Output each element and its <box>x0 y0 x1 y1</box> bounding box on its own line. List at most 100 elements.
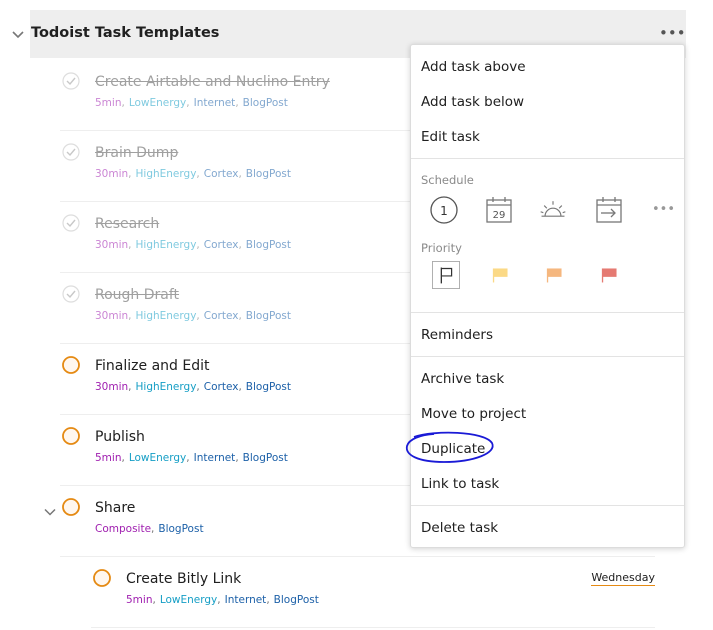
task-label[interactable]: 5min <box>126 594 152 606</box>
priority-4-flag-icon[interactable] <box>432 261 460 289</box>
task-checkbox-icon[interactable] <box>93 569 111 587</box>
task-label[interactable]: Cortex <box>204 239 239 251</box>
priority-1-flag-icon[interactable] <box>596 261 624 289</box>
task-label[interactable]: BlogPost <box>243 452 288 464</box>
task-label[interactable]: LowEnergy <box>129 97 186 109</box>
task-title[interactable]: Finalize and Edit <box>95 358 209 374</box>
schedule-tomorrow-icon[interactable]: 29 <box>484 195 514 225</box>
label-separator: , <box>196 168 200 180</box>
label-separator: , <box>151 523 155 535</box>
menu-archive-task[interactable]: Archive task <box>421 371 504 387</box>
task-label[interactable]: LowEnergy <box>160 594 217 606</box>
label-separator: , <box>238 310 242 322</box>
task-labels: 5min, LowEnergy, Internet, BlogPost <box>95 452 288 464</box>
label-separator: , <box>235 452 239 464</box>
task-checkbox-icon[interactable] <box>62 498 80 516</box>
menu-edit-task[interactable]: Edit task <box>421 129 480 145</box>
more-schedule-options-icon[interactable]: ••• <box>652 202 675 217</box>
task-labels: 5min, LowEnergy, Internet, BlogPost <box>126 594 319 606</box>
subtask-chevron-icon[interactable] <box>44 508 56 517</box>
task-label[interactable]: BlogPost <box>246 381 291 393</box>
task-labels: 30min, HighEnergy, Cortex, BlogPost <box>95 239 291 251</box>
task-title[interactable]: Share <box>95 500 135 516</box>
more-options-icon[interactable]: ••• <box>659 26 686 41</box>
label-separator: , <box>196 310 200 322</box>
task-title[interactable]: Rough Draft <box>95 287 179 303</box>
completed-checkmark-icon[interactable] <box>62 143 80 161</box>
task-label[interactable]: 30min <box>95 310 128 322</box>
task-label[interactable]: BlogPost <box>246 239 291 251</box>
task-label[interactable]: LowEnergy <box>129 452 186 464</box>
task-label[interactable]: Cortex <box>204 381 239 393</box>
label-separator: , <box>238 381 242 393</box>
menu-add-task-below[interactable]: Add task below <box>421 94 524 110</box>
label-separator: , <box>128 310 132 322</box>
menu-link-to-task[interactable]: Link to task <box>421 476 499 492</box>
menu-divider <box>411 356 684 357</box>
menu-add-task-above[interactable]: Add task above <box>421 59 526 75</box>
annotation-circle <box>406 431 494 463</box>
label-separator: , <box>152 594 156 606</box>
svg-text:29: 29 <box>493 210 506 221</box>
task-label[interactable]: BlogPost <box>246 168 291 180</box>
task-label[interactable]: 30min <box>95 381 128 393</box>
menu-delete-task[interactable]: Delete task <box>421 520 498 536</box>
task-row[interactable]: Create Bitly Link 5min, LowEnergy, Internet… <box>91 557 655 628</box>
label-separator: , <box>128 168 132 180</box>
task-label[interactable]: 30min <box>95 239 128 251</box>
schedule-today-icon[interactable]: 1 <box>429 195 459 225</box>
task-label[interactable]: HighEnergy <box>136 310 197 322</box>
task-title[interactable]: Brain Dump <box>95 145 178 161</box>
due-date[interactable]: Wednesday <box>591 571 655 586</box>
task-title[interactable]: Research <box>95 216 159 232</box>
task-label[interactable]: 5min <box>95 452 121 464</box>
task-label[interactable]: Cortex <box>204 168 239 180</box>
chevron-down-icon[interactable] <box>11 30 25 40</box>
completed-checkmark-icon[interactable] <box>62 72 80 90</box>
svg-text:1: 1 <box>440 204 448 218</box>
task-label[interactable]: Internet <box>194 97 236 109</box>
task-label[interactable]: HighEnergy <box>136 168 197 180</box>
schedule-section-label: Schedule <box>421 173 474 187</box>
task-labels: 30min, HighEnergy, Cortex, BlogPost <box>95 168 291 180</box>
task-checkbox-icon[interactable] <box>62 427 80 445</box>
schedule-next-week-icon[interactable] <box>594 195 624 225</box>
label-separator: , <box>266 594 270 606</box>
task-title[interactable]: Create Bitly Link <box>126 571 241 587</box>
label-separator: , <box>196 381 200 393</box>
label-separator: , <box>128 239 132 251</box>
menu-divider <box>411 158 684 159</box>
label-separator: , <box>238 239 242 251</box>
task-label[interactable]: 30min <box>95 168 128 180</box>
task-label[interactable]: BlogPost <box>243 97 288 109</box>
task-context-menu: Add task above Add task below Edit task … <box>410 44 685 548</box>
task-label[interactable]: BlogPost <box>246 310 291 322</box>
task-label[interactable]: Composite <box>95 523 151 535</box>
task-label[interactable]: Cortex <box>204 310 239 322</box>
task-labels: Composite, BlogPost <box>95 523 204 535</box>
task-label[interactable]: Internet <box>194 452 236 464</box>
label-separator: , <box>121 97 125 109</box>
task-label[interactable]: 5min <box>95 97 121 109</box>
priority-3-flag-icon[interactable] <box>487 261 515 289</box>
task-title[interactable]: Publish <box>95 429 145 445</box>
project-title: Todoist Task Templates <box>31 25 220 41</box>
priority-section-label: Priority <box>421 241 462 255</box>
completed-checkmark-icon[interactable] <box>62 214 80 232</box>
task-label[interactable]: HighEnergy <box>136 239 197 251</box>
menu-reminders[interactable]: Reminders <box>421 327 493 343</box>
menu-move-to-project[interactable]: Move to project <box>421 406 526 422</box>
priority-2-flag-icon[interactable] <box>541 261 569 289</box>
schedule-weekend-icon[interactable] <box>538 195 568 225</box>
task-label[interactable]: HighEnergy <box>136 381 197 393</box>
task-label[interactable]: BlogPost <box>158 523 203 535</box>
task-labels: 5min, LowEnergy, Internet, BlogPost <box>95 97 288 109</box>
task-title[interactable]: Create Airtable and Nuclino Entry <box>95 74 330 90</box>
completed-checkmark-icon[interactable] <box>62 285 80 303</box>
task-labels: 30min, HighEnergy, Cortex, BlogPost <box>95 381 291 393</box>
label-separator: , <box>121 452 125 464</box>
task-label[interactable]: BlogPost <box>274 594 319 606</box>
task-label[interactable]: Internet <box>225 594 267 606</box>
task-checkbox-icon[interactable] <box>62 356 80 374</box>
label-separator: , <box>128 381 132 393</box>
